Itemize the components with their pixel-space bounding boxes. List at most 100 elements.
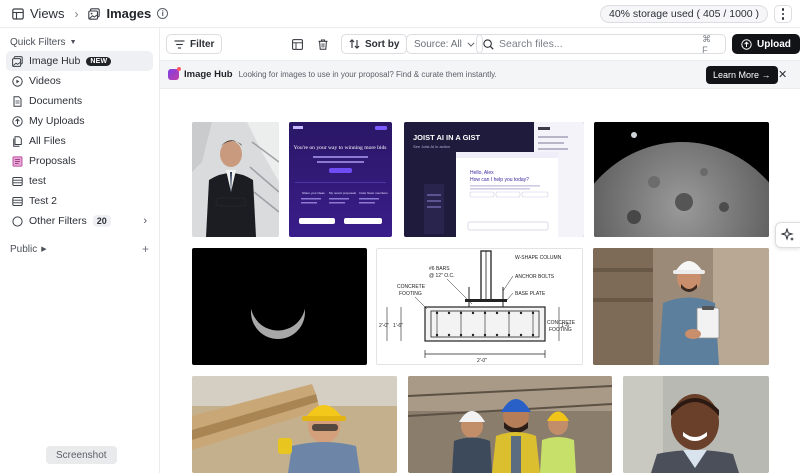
sidebar-item-label: My Uploads bbox=[29, 115, 85, 127]
joist-ai-title: JOIST AI IN A GIST bbox=[413, 133, 481, 142]
joist-ai-subtitle: See Joist AI in action bbox=[413, 144, 450, 149]
filter-button[interactable]: Filter bbox=[166, 34, 223, 54]
caret-down-icon: ▼ bbox=[69, 39, 77, 46]
add-public-icon[interactable]: + bbox=[142, 242, 149, 256]
image-tile-joist-ai[interactable]: JOIST AI IN A GIST See Joist AI in actio… bbox=[404, 122, 584, 237]
folder-icon bbox=[12, 176, 23, 187]
views-grid-icon[interactable] bbox=[12, 7, 24, 20]
label-bars-spacing: @ 12" O.C. bbox=[429, 273, 454, 279]
sidebar-item-documents[interactable]: Documents bbox=[6, 91, 153, 111]
sidebar-item-label: Videos bbox=[29, 75, 61, 87]
sidebar: Quick Filters ▼ Image Hub NEW Videos Doc… bbox=[0, 28, 160, 473]
upload-icon bbox=[741, 38, 752, 50]
play-circle-icon bbox=[12, 75, 23, 87]
presentation-col-3: Invite Team members bbox=[359, 191, 388, 195]
breadcrumb: Views › Images i bbox=[0, 6, 169, 21]
info-icon[interactable]: i bbox=[157, 8, 169, 19]
label-w-shape: W-SHAPE COLUMN bbox=[515, 255, 562, 261]
toolbar: Filter Sort by Source: All ⌘ F Uplo bbox=[160, 28, 800, 60]
label-concrete-left: CONCRETE bbox=[397, 284, 426, 290]
filter-icon bbox=[174, 39, 185, 49]
image-hub-icon bbox=[12, 55, 23, 67]
sidebar-item-test-2[interactable]: Test 2 bbox=[6, 191, 153, 211]
joist-ai-prompt: How can I help you today? bbox=[470, 177, 529, 183]
circle-icon bbox=[12, 215, 23, 227]
label-anchor-bolts: ANCHOR BOLTS bbox=[515, 274, 555, 280]
sidebar-item-label: Other Filters bbox=[29, 215, 87, 227]
upload-label: Upload bbox=[757, 38, 791, 50]
label-footing-left: FOOTING bbox=[399, 291, 422, 297]
layout-toggle-button[interactable] bbox=[288, 35, 306, 53]
presentation-title: You're on your way to winning more bids bbox=[294, 145, 387, 151]
image-tile-smiling-man[interactable] bbox=[623, 376, 769, 473]
upload-button[interactable]: Upload bbox=[732, 34, 800, 54]
banner-message: Looking for images to use in your propos… bbox=[238, 70, 497, 79]
image-tile-construction-team[interactable] bbox=[408, 376, 612, 473]
sidebar-item-videos[interactable]: Videos bbox=[6, 71, 153, 91]
chevron-right-icon: › bbox=[143, 215, 147, 227]
sidebar-item-image-hub[interactable]: Image Hub NEW bbox=[6, 51, 153, 71]
search-shortcut-hint: ⌘ F bbox=[702, 33, 712, 55]
quick-filters-label: Quick Filters bbox=[10, 37, 66, 48]
close-icon[interactable]: ✕ bbox=[778, 68, 787, 81]
search-icon bbox=[483, 38, 494, 50]
document-icon bbox=[12, 95, 23, 107]
storage-usage-badge: 40% storage used ( 405 / 1000 ) bbox=[599, 5, 768, 23]
chevron-right-icon: › bbox=[74, 6, 79, 21]
search-input[interactable] bbox=[499, 38, 698, 50]
more-menu-button[interactable] bbox=[774, 5, 792, 23]
sidebar-item-other-filters[interactable]: Other Filters 20 › bbox=[6, 211, 153, 231]
search-box[interactable]: ⌘ F bbox=[476, 33, 726, 55]
sidebar-item-label: Test 2 bbox=[29, 195, 58, 207]
top-bar: Views › Images i 40% storage used ( 405 … bbox=[0, 0, 800, 28]
image-tile-footing-drawing[interactable]: W-SHAPE COLUMN ANCHOR BOLTS #6 BARS @ 12… bbox=[376, 248, 583, 365]
presentation-col-2: My recent proposals bbox=[329, 191, 357, 195]
sparkle-icon bbox=[781, 228, 795, 242]
image-tile-worker-clipboard[interactable] bbox=[593, 248, 769, 365]
image-hub-banner: Image Hub Looking for images to use in y… bbox=[160, 60, 800, 89]
presentation-col-1: Share your ideas bbox=[302, 191, 325, 195]
breadcrumb-views[interactable]: Views bbox=[30, 6, 64, 21]
upload-circle-icon bbox=[12, 115, 23, 127]
sidebar-item-my-uploads[interactable]: My Uploads bbox=[6, 111, 153, 131]
layout-grid-icon bbox=[291, 38, 303, 50]
sort-button[interactable]: Sort by bbox=[341, 34, 408, 54]
sidebar-item-label: Proposals bbox=[29, 155, 76, 167]
proposal-icon bbox=[12, 155, 23, 167]
image-tile-presentation-deck[interactable]: You're on your way to winning more bids … bbox=[289, 122, 392, 237]
folder-icon bbox=[12, 196, 23, 207]
sort-icon bbox=[349, 39, 360, 49]
label-dim-bottom: 2'-0" bbox=[477, 358, 487, 364]
sidebar-item-label: test bbox=[29, 175, 46, 187]
trash-icon bbox=[318, 38, 328, 50]
sidebar-item-label: Image Hub bbox=[29, 55, 81, 67]
filter-label: Filter bbox=[190, 38, 215, 50]
label-bars: #6 BARS bbox=[429, 266, 450, 272]
sort-label: Sort by bbox=[365, 38, 400, 50]
image-hub-logo-icon bbox=[168, 67, 181, 80]
image-tile-businessman[interactable] bbox=[192, 122, 279, 237]
image-tile-crescent-moon[interactable] bbox=[192, 248, 367, 365]
sidebar-item-test[interactable]: test bbox=[6, 171, 153, 191]
sidebar-item-proposals[interactable]: Proposals bbox=[6, 151, 153, 171]
label-dim-right: 1'-6" bbox=[561, 323, 571, 329]
delete-button[interactable] bbox=[314, 35, 332, 53]
ai-assistant-button[interactable] bbox=[775, 222, 800, 248]
label-base-plate: BASE PLATE bbox=[515, 291, 546, 297]
image-tile-moon-surface[interactable] bbox=[594, 122, 769, 237]
screenshot-label: Screenshot bbox=[46, 446, 117, 464]
caret-right-icon: ▶ bbox=[41, 246, 47, 253]
public-label: Public bbox=[10, 243, 38, 255]
chevron-down-icon bbox=[467, 41, 475, 47]
quick-filters-header[interactable]: Quick Filters ▼ bbox=[0, 34, 159, 51]
new-badge: NEW bbox=[86, 56, 112, 66]
page-title: Images bbox=[106, 6, 152, 21]
learn-more-button[interactable]: Learn More → bbox=[706, 66, 778, 84]
source-select[interactable]: Source: All bbox=[406, 34, 483, 54]
joist-ai-greeting: Hello, Alex bbox=[470, 170, 494, 176]
image-tile-worker-lumber[interactable] bbox=[192, 376, 397, 473]
sidebar-item-all-files[interactable]: All Files bbox=[6, 131, 153, 151]
label-dim-left-inner: 1'-6" bbox=[393, 323, 403, 329]
sidebar-item-label: Documents bbox=[29, 95, 83, 107]
public-section-header[interactable]: Public ▶ + bbox=[0, 239, 159, 259]
